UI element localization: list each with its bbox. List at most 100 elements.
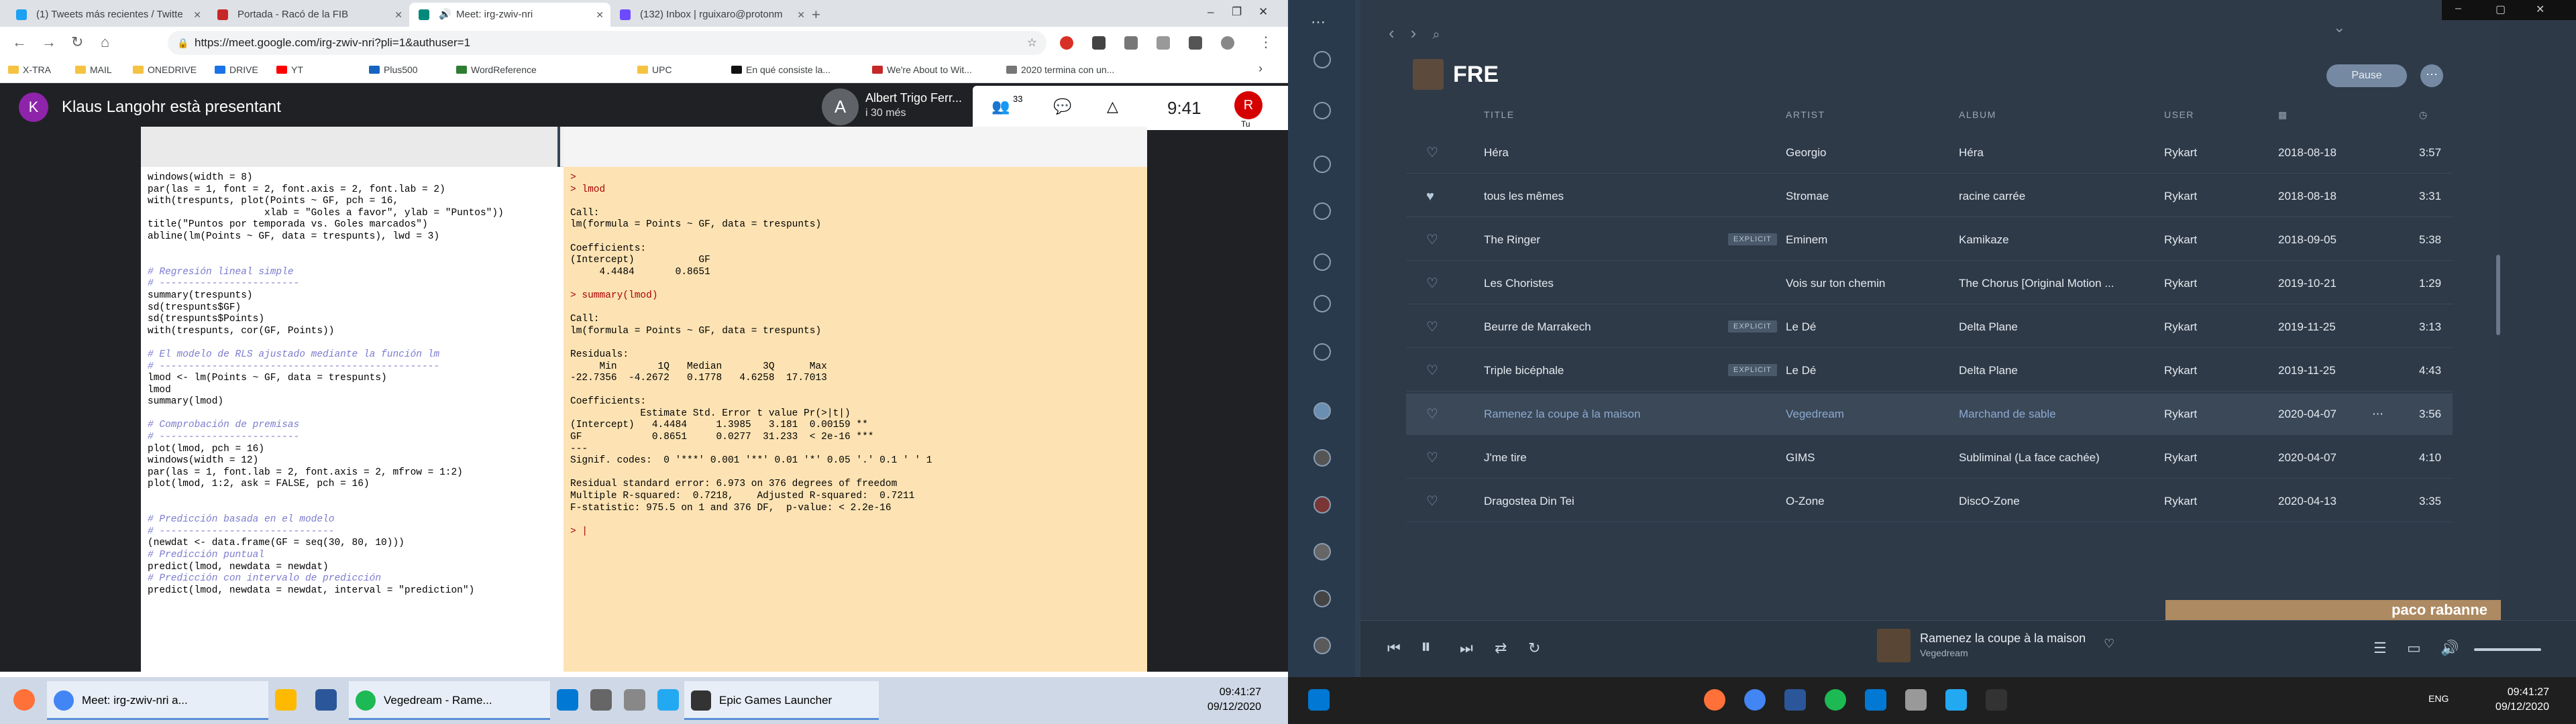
bookmark-item[interactable]: X-TRA [8,64,51,75]
close-icon[interactable]: ✕ [596,3,604,27]
system-clock[interactable]: 09:41:27 09/12/2020 [1208,685,1261,715]
track-album[interactable]: racine carrée [1959,176,2153,217]
track-user[interactable]: Rykart [2164,263,2197,304]
track-artist[interactable]: Le Dé [1786,306,1953,348]
windows-icon[interactable] [1308,689,1330,711]
now-playing-artist[interactable]: Vegedream [1920,648,1968,658]
track-row[interactable]: ♥ tous les mêmes Stromae racine carrée Rykar… [1406,176,2453,217]
heart-icon[interactable]: ♡ [1426,437,1438,479]
bookmark-item[interactable]: MAIL [75,64,112,75]
settings-icon[interactable] [1905,689,1927,711]
heart-icon[interactable]: ♥ [1426,176,1434,217]
activities-icon[interactable]: △ [1107,98,1118,115]
minimize-button[interactable]: – [2455,3,2461,15]
language-indicator[interactable]: ENG [2428,693,2449,704]
pause-button[interactable]: Pause [2326,64,2407,87]
clock-icon[interactable]: ◷ [2419,109,2428,121]
track-row[interactable]: ♡ Dragostea Din Tei O-Zone DiscO-Zone Rykart… [1406,481,2453,522]
pause-icon[interactable]: ⏸ [1421,636,1431,658]
extension-icon[interactable] [1189,36,1202,50]
firefox-icon[interactable] [13,689,35,711]
track-artist[interactable]: GIMS [1786,437,1953,479]
extension-icon[interactable] [1124,36,1138,50]
track-artist[interactable]: Stromae [1786,176,1953,217]
chrome-icon[interactable] [1744,689,1766,711]
address-bar[interactable]: 🔒 https://meet.google.com/irg-zwiv-nri?p… [168,31,1046,55]
firefox-icon[interactable] [1704,689,1725,711]
friend-avatar[interactable] [1313,590,1331,607]
track-album[interactable]: Héra [1959,132,2153,174]
column-title[interactable]: TITLE [1484,109,1515,120]
heart-icon[interactable]: ♡ [1426,132,1438,174]
track-artist[interactable]: O-Zone [1786,481,1953,522]
track-user[interactable]: Rykart [2164,394,2197,435]
track-album[interactable]: Subliminal (La face cachée) [1959,437,2153,479]
settings-icon[interactable] [624,689,645,711]
library-icon[interactable] [1313,202,1331,220]
ad-banner[interactable]: paco rabanne [2165,600,2501,620]
back-icon[interactable]: ‹ [1389,23,1411,43]
bookmark-item[interactable]: DRIVE [215,64,258,75]
more-icon[interactable]: ⋯ [1311,13,1326,31]
podcast-icon[interactable] [1313,253,1331,271]
app-icon[interactable] [1865,689,1886,711]
extension-icon[interactable] [1157,36,1170,50]
devices-icon[interactable]: ▭ [2407,640,2421,657]
heart-icon[interactable]: ♡ [1426,219,1438,261]
taskbar-app-meet[interactable]: Meet: irg-zwiv-nri a... [47,681,268,720]
extension-icon[interactable] [1060,36,1073,50]
radio-icon[interactable] [1313,156,1331,173]
column-user[interactable]: USER [2164,109,2194,120]
bookmark-item[interactable]: UPC [637,64,672,75]
word-icon[interactable] [315,689,337,711]
close-window-button[interactable]: ✕ [2536,3,2544,16]
next-icon[interactable]: ⏭ [1460,640,1473,657]
forward-icon[interactable]: › [1411,23,1433,43]
track-user[interactable]: Rykart [2164,306,2197,348]
friend-avatar[interactable] [1313,543,1331,560]
download-icon[interactable] [1313,295,1331,312]
search-icon[interactable]: ⌕ [1432,27,1456,42]
scrollbar[interactable] [2496,255,2500,335]
cortana-icon[interactable] [557,689,578,711]
bookmark-item[interactable]: WordReference [456,64,537,75]
track-artist[interactable]: Eminem [1786,219,1953,261]
taskbar-app-epic[interactable]: Epic Games Launcher [684,681,879,720]
system-clock[interactable]: 09:41:27 09/12/2020 [2496,685,2549,715]
close-window-button[interactable]: ✕ [1258,0,1268,24]
repeat-icon[interactable]: ↻ [1528,640,1540,657]
track-user[interactable]: Rykart [2164,132,2197,174]
taskbar-app-spotify[interactable]: Vegedream - Rame... [349,681,550,720]
track-user[interactable]: Rykart [2164,481,2197,522]
heart-icon[interactable]: ♡ [1426,350,1438,391]
calendar-icon[interactable]: ▦ [2278,109,2288,121]
track-artist[interactable]: Vois sur ton chemin [1786,263,1953,304]
file-explorer-icon[interactable] [275,689,297,711]
friend-avatar[interactable] [1313,402,1331,420]
queue-icon[interactable]: ☰ [2373,640,2387,657]
chevron-right-icon[interactable]: › [1258,62,1263,76]
heart-icon[interactable]: ♡ [1426,306,1438,348]
extension-icon[interactable] [1092,36,1106,50]
bookmark-item[interactable]: 2020 termina con un... [1006,64,1114,75]
restore-button[interactable]: ❐ [1232,0,1242,24]
heart-icon[interactable]: ♡ [1426,394,1438,435]
more-options-icon[interactable]: ⋯ [2372,394,2383,435]
column-artist[interactable]: ARTIST [1786,109,1825,120]
profile-avatar[interactable] [1221,36,1234,50]
track-row[interactable]: ♡ Ramenez la coupe à la maison Vegedream Ma… [1406,394,2453,435]
track-user[interactable]: Rykart [2164,176,2197,217]
spotify-icon[interactable] [1825,689,1846,711]
people-icon[interactable]: 👥 [991,98,1010,115]
back-button[interactable]: ← [12,32,27,52]
shuffle-icon[interactable]: ⇄ [1495,640,1507,657]
volume-icon[interactable]: 🔊 [2440,640,2459,657]
more-options-button[interactable]: ⋯ [2420,64,2443,87]
track-row[interactable]: ♡ Les Choristes Vois sur ton chemin The Cho… [1406,263,2453,304]
tab-twitter[interactable]: (1) Tweets más recientes / Twitte ✕ [7,3,208,27]
previous-icon[interactable]: ⏮ [1387,640,1401,657]
star-icon[interactable]: ☆ [1027,31,1037,55]
broadcast-icon[interactable] [1313,343,1331,361]
heart-icon[interactable]: ♡ [2104,637,2114,651]
track-row[interactable]: ♡ The Ringer EXPLICIT Eminem Kamikaze Rykart 2… [1406,219,2453,261]
